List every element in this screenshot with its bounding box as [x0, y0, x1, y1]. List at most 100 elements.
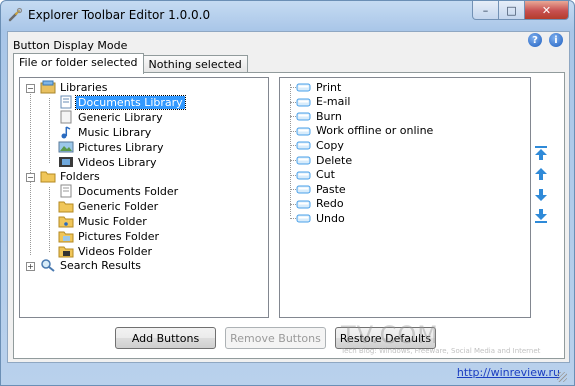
toolbar-button-icon [296, 98, 311, 107]
maximize-button[interactable]: □ [499, 1, 525, 20]
tree-line [49, 98, 50, 163]
documents-library-icon [60, 95, 72, 109]
remove-buttons-button[interactable]: Remove Buttons [225, 327, 326, 349]
tree-line [49, 187, 50, 252]
caption-buttons: – □ ✕ [472, 1, 569, 20]
button-list-item[interactable]: Work offline or online [290, 124, 435, 138]
libraries-expander[interactable]: − [26, 84, 35, 93]
close-button[interactable]: ✕ [525, 1, 569, 20]
website-link[interactable]: http://winreview.ru [457, 366, 560, 379]
tree-label: Videos Folder [78, 244, 153, 258]
button-list-item[interactable]: Paste [290, 182, 348, 196]
tree-label: Music Library [78, 125, 152, 139]
button-list-label: Delete [316, 153, 353, 167]
maximize-icon: □ [506, 3, 517, 17]
music-library-icon [61, 126, 71, 139]
minimize-button[interactable]: – [472, 1, 499, 20]
button-list-label: E-mail [316, 95, 351, 109]
tree-label: Documents Folder [78, 184, 179, 198]
minimize-icon: – [482, 3, 489, 17]
button-list-item[interactable]: Cut [290, 168, 337, 182]
button-list-item[interactable]: Redo [290, 197, 346, 211]
button-list-item[interactable]: Burn [290, 109, 344, 123]
add-buttons-button[interactable]: Add Buttons [115, 327, 216, 349]
search-results-icon [41, 259, 55, 272]
tree-node-videos-library[interactable]: Videos Library [58, 155, 159, 169]
tree-node-documents-library[interactable]: Documents Library [58, 94, 186, 110]
move-down-icon[interactable] [533, 187, 549, 203]
button-list-item[interactable]: E-mail [290, 95, 353, 109]
tree-node-generic-folder[interactable]: Generic Folder [58, 199, 160, 213]
tree-node-music-library[interactable]: Music Library [58, 125, 153, 139]
client-area: Button Display Mode ? i File or folder s… [7, 31, 570, 363]
music-folder-icon [58, 216, 74, 228]
button-list-label: Burn [316, 109, 342, 123]
libraries-icon [40, 80, 56, 94]
close-icon: ✕ [541, 3, 552, 17]
tree-label: Generic Library [78, 110, 163, 124]
tree-node-folders[interactable]: Folders [40, 169, 102, 183]
button-list-label: Paste [316, 182, 346, 196]
tree-node-videos-folder[interactable]: Videos Folder [58, 244, 154, 258]
button-list-item[interactable]: Undo [290, 211, 347, 225]
documents-folder-icon [60, 184, 72, 198]
move-to-bottom-icon[interactable] [533, 208, 549, 224]
info-glyph: i [554, 34, 558, 46]
pictures-folder-icon [58, 231, 74, 243]
tree-node-generic-library[interactable]: Generic Library [58, 110, 165, 124]
tree-label: Pictures Library [78, 140, 164, 154]
tree-node-pictures-library[interactable]: Pictures Library [58, 140, 166, 154]
generic-library-icon [60, 110, 72, 124]
toolbar-button-icon [296, 112, 311, 121]
toolbar-button-icon [296, 127, 311, 136]
help-icon[interactable]: ? [528, 33, 542, 47]
move-up-icon[interactable] [533, 166, 549, 182]
tree-node-libraries[interactable]: Libraries [40, 80, 110, 94]
resize-grip[interactable] [557, 372, 567, 382]
watermark: TV.COM [341, 321, 439, 349]
help-glyph: ? [532, 34, 538, 46]
tree-label: Videos Library [78, 155, 157, 169]
move-to-top-icon[interactable] [533, 145, 549, 161]
videos-library-icon [59, 157, 73, 167]
tree-label: Music Folder [78, 214, 147, 228]
wrench-icon [8, 7, 23, 22]
tab-strip: File or folder selected Nothing selected [13, 53, 248, 74]
tree-node-documents-folder[interactable]: Documents Folder [58, 184, 180, 198]
button-list-item[interactable]: Copy [290, 138, 346, 152]
button-list-label: Copy [316, 138, 344, 152]
tab-file-or-folder-selected[interactable]: File or folder selected [13, 53, 144, 74]
toolbar-button-icon [296, 214, 311, 223]
button-list-label: Redo [316, 197, 344, 211]
toolbar-button-icon [296, 200, 311, 209]
folder-type-tree[interactable]: − Libraries Documents Library Generic Li… [19, 77, 269, 318]
tree-line [30, 88, 31, 255]
folders-icon [40, 171, 56, 183]
button-list-label: Work offline or online [316, 124, 434, 138]
watermark-subtitle: Tech Blog: Windows, Freeware, Social Med… [341, 347, 541, 355]
toolbar-buttons-list[interactable]: Print E-mail Burn Work offline or online Cop… [279, 77, 531, 318]
button-list-item[interactable]: Print [290, 80, 343, 94]
button-list-label: Undo [316, 211, 345, 225]
button-list-item[interactable]: Delete [290, 153, 354, 167]
videos-folder-icon [58, 246, 74, 258]
button-list-label: Print [316, 80, 342, 94]
tree-label: Documents Library [75, 94, 186, 110]
pictures-library-icon [58, 141, 74, 153]
info-icon[interactable]: i [549, 33, 563, 47]
tree-node-pictures-folder[interactable]: Pictures Folder [58, 229, 161, 243]
tree-label: Generic Folder [78, 199, 159, 213]
tree-node-search-results[interactable]: Search Results [40, 258, 143, 272]
generic-folder-icon [58, 201, 74, 213]
tree-label: Folders [60, 169, 100, 183]
tree-node-music-folder[interactable]: Music Folder [58, 214, 149, 228]
folders-expander[interactable]: − [26, 173, 35, 182]
toolbar-button-icon [296, 141, 311, 150]
toolbar-button-icon [296, 156, 311, 165]
tree-label: Search Results [60, 258, 142, 272]
toolbar-button-icon [296, 185, 311, 194]
app-window: Explorer Toolbar Editor 1.0.0.0 – □ ✕ Bu… [0, 0, 575, 386]
search-results-expander[interactable]: + [26, 262, 35, 271]
tree-label: Pictures Folder [78, 229, 160, 243]
title-bar[interactable]: Explorer Toolbar Editor 1.0.0.0 – □ ✕ [1, 1, 574, 29]
